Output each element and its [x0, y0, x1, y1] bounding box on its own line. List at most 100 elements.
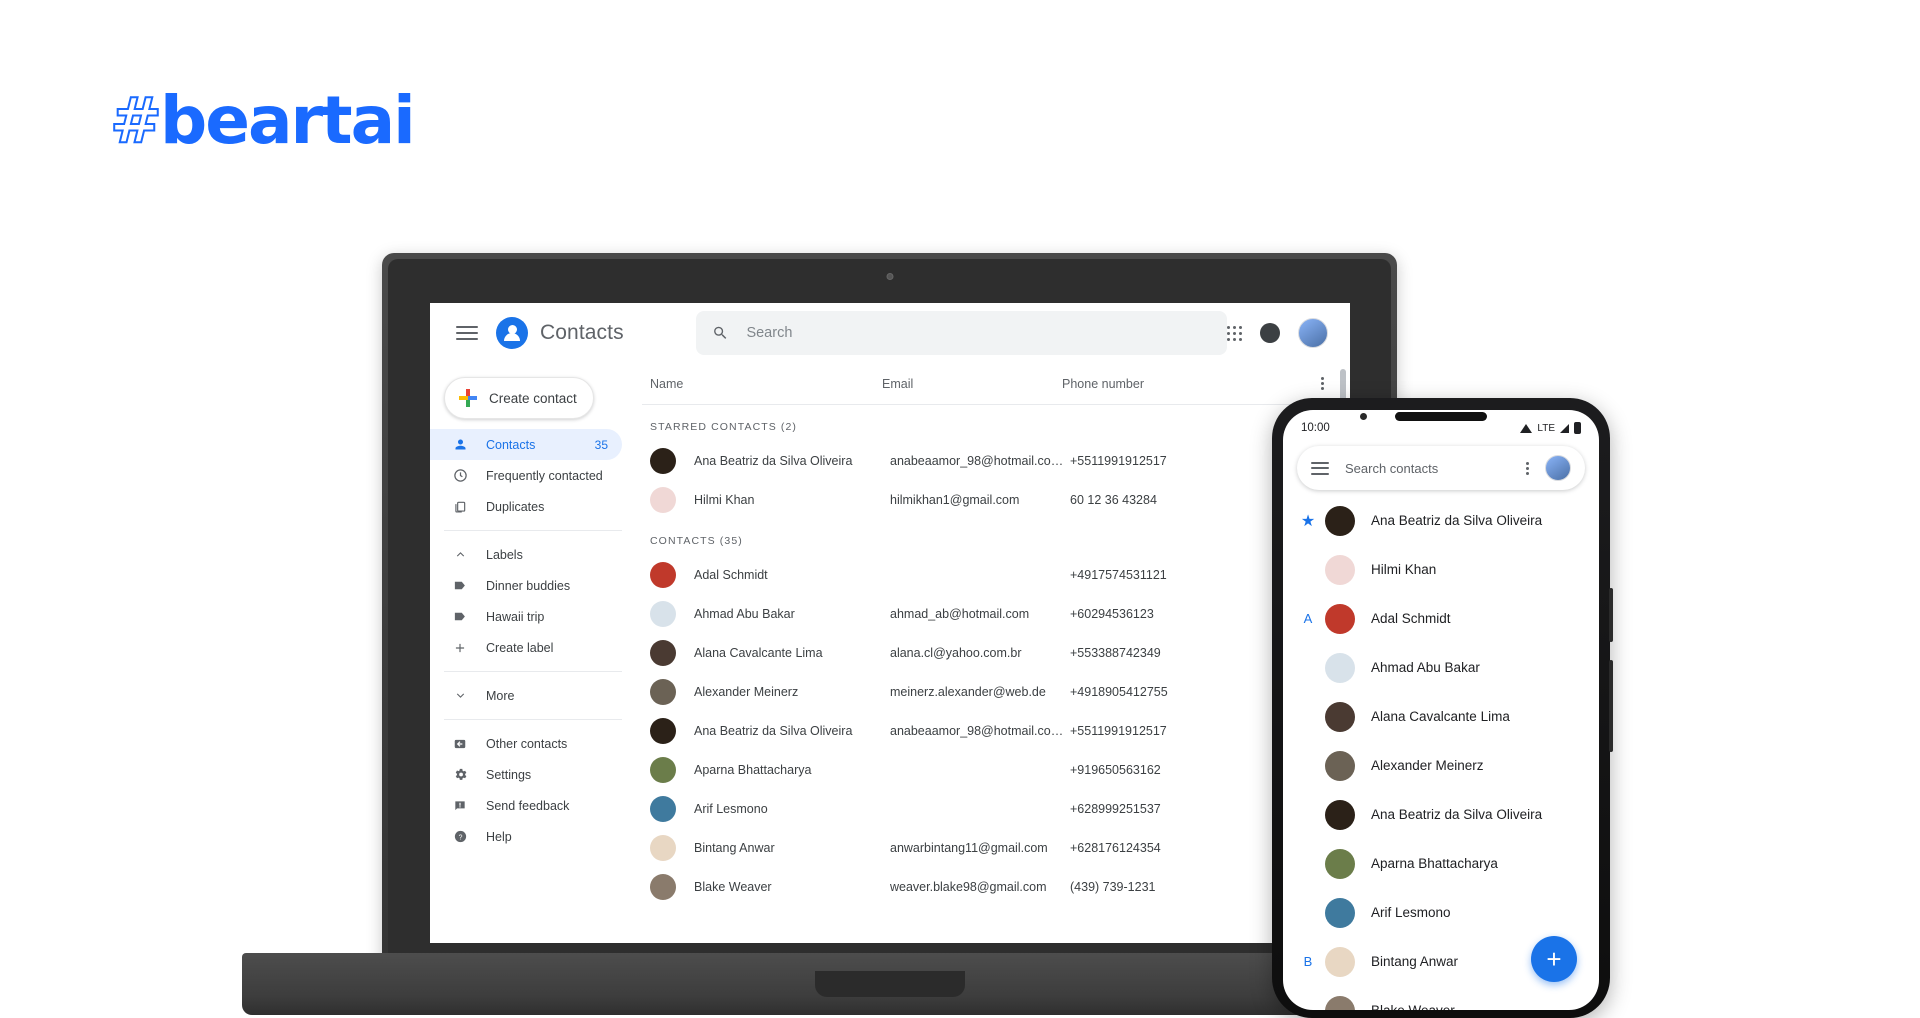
sidebar-item-contacts[interactable]: Contacts 35 — [430, 429, 622, 460]
contact-name: Adal Schmidt — [1371, 611, 1451, 626]
avatar — [650, 561, 676, 588]
list-item[interactable]: Alana Cavalcante Lima — [1283, 692, 1599, 741]
contacts-person-icon — [496, 317, 528, 349]
search-input[interactable] — [746, 325, 1211, 341]
contact-name: Ahmad Abu Bakar — [694, 606, 795, 621]
list-item[interactable]: Hilmi Khan — [1283, 545, 1599, 594]
contact-name: Alexander Meinerz — [694, 684, 799, 699]
plus-icon — [452, 640, 468, 656]
list-item[interactable]: Blake Weaver — [1283, 986, 1599, 1010]
other-contacts-icon — [452, 736, 468, 752]
contact-name: Aparna Bhattacharya — [1371, 856, 1498, 871]
header-actions — [1227, 318, 1334, 348]
table-row[interactable]: Blake Weaver weaver.blake98@gmail.com (439… — [642, 867, 1350, 906]
sidebar-item-labels[interactable]: Labels — [430, 539, 622, 570]
avatar — [650, 639, 676, 666]
star-icon: ★ — [1300, 512, 1316, 530]
avatar — [650, 756, 676, 783]
kebab-menu-icon[interactable] — [1526, 461, 1529, 475]
list-item[interactable]: Ana Beatriz da Silva Oliveira — [1283, 790, 1599, 839]
search-bar[interactable] — [695, 311, 1227, 355]
sidebar-item-dinner-buddies[interactable]: Dinner buddies — [430, 570, 622, 601]
list-item[interactable]: Alexander Meinerz — [1283, 741, 1599, 790]
search-input[interactable]: Search contacts — [1345, 461, 1510, 476]
table-row[interactable]: Hilmi Khan hilmikhan1@gmail.com 60 12 36 4… — [642, 480, 1350, 519]
sidebar-item-duplicates[interactable]: Duplicates — [430, 491, 622, 522]
sidebar-item-other-contacts[interactable]: Other contacts — [430, 728, 622, 759]
laptop-bezel: Contacts Search Create contact Contacts … — [388, 259, 1391, 959]
phone-body: 10:00 LTE Search contacts ★ Ana Beatriz d… — [1272, 398, 1613, 1018]
list-item[interactable]: A Adal Schmidt — [1283, 594, 1599, 643]
copy-icon — [452, 499, 468, 515]
phone-power-button[interactable] — [1609, 660, 1613, 752]
table-row[interactable]: Adal Schmidt +4917574531121 — [642, 555, 1350, 594]
table-row[interactable]: Aparna Bhattacharya +919650563162 — [642, 750, 1350, 789]
brand-logo: # beartai — [109, 88, 416, 154]
contact-name: Blake Weaver — [1371, 1003, 1455, 1010]
kebab-menu-icon[interactable] — [1321, 377, 1324, 390]
gear-icon — [452, 767, 468, 783]
apps-grid-icon[interactable] — [1227, 325, 1242, 341]
status-time: 10:00 — [1301, 422, 1330, 434]
avatar[interactable] — [1545, 455, 1571, 481]
laptop-mockup: Contacts Search Create contact Contacts … — [242, 253, 1537, 1015]
sidebar-item-create-label[interactable]: Create label — [430, 632, 622, 663]
signal-icon — [1560, 423, 1569, 433]
table-row[interactable]: Bintang Anwar anwarbintang11@gmail.com +62… — [642, 828, 1350, 867]
contact-email: weaver.blake98@gmail.com — [890, 879, 1047, 894]
sidebar-item-label: Dinner buddies — [486, 578, 571, 593]
sidebar-item-label: Create label — [486, 640, 554, 655]
sidebar-item-help[interactable]: ? Help — [430, 821, 622, 852]
index-letter: A — [1303, 611, 1313, 626]
add-contact-fab[interactable]: + — [1531, 936, 1577, 982]
list-item[interactable]: Arif Lesmono — [1283, 888, 1599, 937]
sidebar-item-frequently-contacted[interactable]: Frequently contacted — [430, 460, 622, 491]
avatar — [1325, 848, 1355, 879]
svg-text:?: ? — [458, 834, 462, 841]
contact-name: Hilmi Khan — [1371, 562, 1437, 577]
avatar — [1325, 750, 1355, 781]
avatar — [1325, 603, 1355, 634]
contacts-rows: STARRED CONTACTS (2) Ana Beatriz da Silva… — [642, 405, 1350, 906]
avatar — [650, 873, 676, 900]
avatar — [1325, 701, 1355, 732]
contact-name: Alexander Meinerz — [1371, 758, 1484, 773]
table-row[interactable]: Ahmad Abu Bakar ahmad_ab@hotmail.com +6029… — [642, 594, 1350, 633]
table-header: Name Email Phone number — [642, 363, 1350, 405]
create-contact-label: Create contact — [489, 390, 577, 406]
avatar — [650, 678, 676, 705]
table-row[interactable]: Arif Lesmono +628999251537 — [642, 789, 1350, 828]
contact-name: Ana Beatriz da Silva Oliveira — [1371, 807, 1543, 822]
status-indicators: LTE — [1520, 422, 1581, 434]
phone-volume-button[interactable] — [1609, 588, 1613, 642]
contact-name: Hilmi Khan — [694, 492, 755, 507]
list-item[interactable]: Aparna Bhattacharya — [1283, 839, 1599, 888]
account-circle-icon[interactable] — [1260, 323, 1280, 343]
phone-contacts-list: ★ Ana Beatriz da Silva Oliveira Hilmi Khan… — [1283, 490, 1599, 1010]
contact-name: Arif Lesmono — [1371, 905, 1451, 920]
contacts-count-badge: 35 — [594, 437, 608, 452]
phone-search-bar[interactable]: Search contacts — [1297, 446, 1585, 490]
sidebar-item-send-feedback[interactable]: Send feedback — [430, 790, 622, 821]
avatar[interactable] — [1298, 318, 1328, 348]
app-body: Create contact Contacts 35 Frequently co… — [430, 363, 1350, 943]
sidebar-item-label: Contacts — [486, 437, 536, 452]
contact-name: Ana Beatriz da Silva Oliveira — [694, 723, 853, 738]
list-item[interactable]: ★ Ana Beatriz da Silva Oliveira — [1283, 496, 1599, 545]
list-item[interactable]: Ahmad Abu Bakar — [1283, 643, 1599, 692]
table-row[interactable]: Alexander Meinerz meinerz.alexander@web.d… — [642, 672, 1350, 711]
laptop-screen: Contacts Search Create contact Contacts … — [430, 303, 1350, 943]
table-row[interactable]: Alana Cavalcante Lima alana.cl@yahoo.com.… — [642, 633, 1350, 672]
table-row[interactable]: Ana Beatriz da Silva Oliveira anabeaamor_… — [642, 441, 1350, 480]
create-contact-button[interactable]: Create contact — [444, 377, 594, 419]
contact-name: Ana Beatriz da Silva Oliveira — [694, 453, 853, 468]
hamburger-icon[interactable] — [456, 322, 478, 344]
sidebar-item-hawaii-trip[interactable]: Hawaii trip — [430, 601, 622, 632]
sidebar-item-more[interactable]: More — [430, 680, 622, 711]
hamburger-icon[interactable] — [1311, 458, 1329, 478]
phone-mockup: 10:00 LTE Search contacts ★ Ana Beatriz d… — [1272, 398, 1613, 1018]
contact-email: meinerz.alexander@web.de — [890, 684, 1046, 699]
sidebar-item-label: Send feedback — [486, 798, 570, 813]
sidebar-item-settings[interactable]: Settings — [430, 759, 622, 790]
table-row[interactable]: Ana Beatriz da Silva Oliveira anabeaamor_… — [642, 711, 1350, 750]
